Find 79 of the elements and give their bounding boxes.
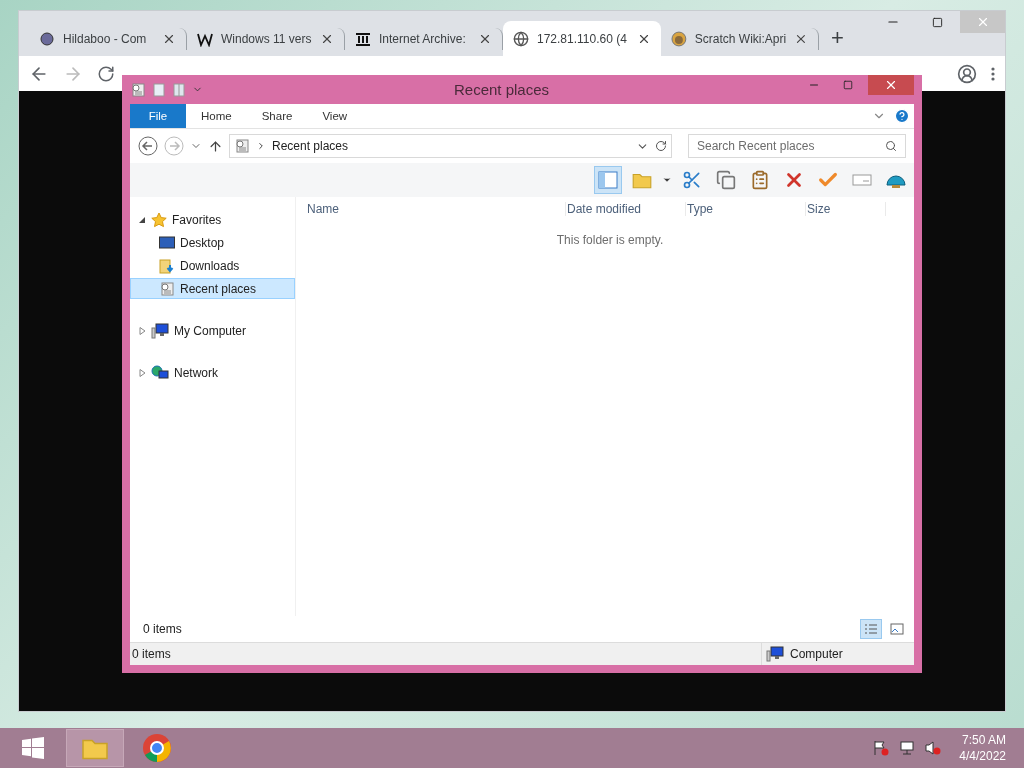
tab-favicon-icon (355, 31, 371, 47)
close-icon (884, 78, 898, 92)
preview-pane-button[interactable] (594, 166, 622, 194)
maximize-icon (932, 16, 943, 28)
close-tab-icon[interactable] (162, 32, 176, 46)
maximize-icon (843, 80, 853, 90)
clipboard-icon (750, 170, 770, 190)
properties-quick-icon[interactable] (152, 82, 166, 97)
dropdown-caret-icon[interactable] (662, 175, 672, 185)
network-icon (151, 364, 169, 381)
menu-button[interactable] (991, 66, 995, 81)
column-header[interactable]: Type (686, 202, 806, 216)
file-menu-tab[interactable]: File (130, 104, 186, 128)
nav-item[interactable]: My Computer (130, 320, 295, 341)
profile-icon (957, 63, 977, 84)
location-icon (234, 138, 250, 154)
help-icon[interactable] (894, 108, 910, 124)
search-icon (885, 140, 897, 152)
details-list-icon (864, 623, 878, 635)
menu-icon (991, 66, 995, 81)
desktop-icon (159, 235, 175, 250)
copy-icon (716, 170, 736, 190)
clock-time[interactable]: 7:50 AM (961, 732, 1006, 748)
pane-icon (598, 171, 618, 189)
status-location: Computer (790, 647, 843, 661)
ribbon-tab[interactable]: View (307, 104, 363, 128)
browser-tab[interactable]: 172.81.110.60 (4 (503, 21, 661, 56)
address-bar[interactable]: Recent places (229, 134, 672, 158)
breadcrumb-separator-icon (256, 141, 266, 151)
new-folder-quick-icon[interactable] (172, 82, 186, 97)
reload-button[interactable] (97, 64, 115, 83)
column-header[interactable]: Date modified (566, 202, 686, 216)
browser-logo-icon (142, 733, 172, 763)
ribbon-tab[interactable]: Home (186, 104, 247, 128)
reload-icon (97, 64, 115, 83)
clock-date[interactable]: 4/4/2022 (959, 748, 1006, 764)
image-view-icon (890, 623, 904, 635)
refresh-icon[interactable] (655, 140, 667, 152)
window-icon (130, 81, 146, 98)
rename-icon (852, 173, 872, 187)
globe-icon (513, 30, 529, 47)
empty-folder-message: This folder is empty. (555, 233, 665, 247)
tab-favicon-icon (197, 31, 213, 47)
search-field[interactable]: Search Recent places (688, 134, 906, 158)
browser-tab[interactable]: Hildaboo - Com (29, 28, 187, 50)
network-status-icon[interactable] (899, 740, 916, 756)
tab-favicon-icon (39, 31, 55, 47)
downloads-folder-icon (159, 257, 175, 274)
computer-icon (766, 646, 784, 662)
column-header[interactable]: Size (806, 202, 886, 216)
nav-item[interactable]: Desktop (130, 232, 295, 253)
windows-logo-icon (22, 737, 44, 759)
star-icon (151, 211, 167, 228)
status-item-count: 0 items (132, 647, 171, 661)
ribbon-tab[interactable]: Share (246, 104, 308, 128)
close-tab-icon[interactable] (478, 32, 492, 46)
close-tab-icon[interactable] (794, 32, 808, 46)
profile-button[interactable] (957, 63, 977, 84)
tab-favicon-icon (671, 31, 687, 47)
computer-icon (151, 322, 169, 339)
muted-speaker-icon[interactable] (925, 740, 942, 756)
column-header[interactable]: Name (306, 202, 566, 216)
close-tab-icon[interactable] (320, 32, 334, 46)
nav-item[interactable]: Favorites (130, 209, 295, 230)
nav-item[interactable]: Network (130, 362, 295, 383)
browser-tab[interactable]: Windows 11 vers (187, 28, 345, 50)
recent-places-icon (159, 280, 175, 297)
window-title: Recent places (452, 81, 551, 98)
details-view-button[interactable] (860, 619, 882, 639)
scissors-icon (682, 170, 702, 190)
nav-item[interactable]: Downloads (130, 255, 295, 276)
up-button[interactable] (208, 138, 223, 154)
browser-tab[interactable]: Scratch Wiki:Apri (661, 28, 819, 50)
back-button[interactable] (138, 136, 158, 156)
nav-item[interactable]: Recent places (130, 278, 295, 299)
new-tab-button[interactable]: + (825, 25, 850, 51)
item-count: 0 items (143, 622, 182, 636)
expander-icon[interactable] (139, 215, 146, 224)
action-center-flag-icon[interactable] (873, 740, 890, 756)
